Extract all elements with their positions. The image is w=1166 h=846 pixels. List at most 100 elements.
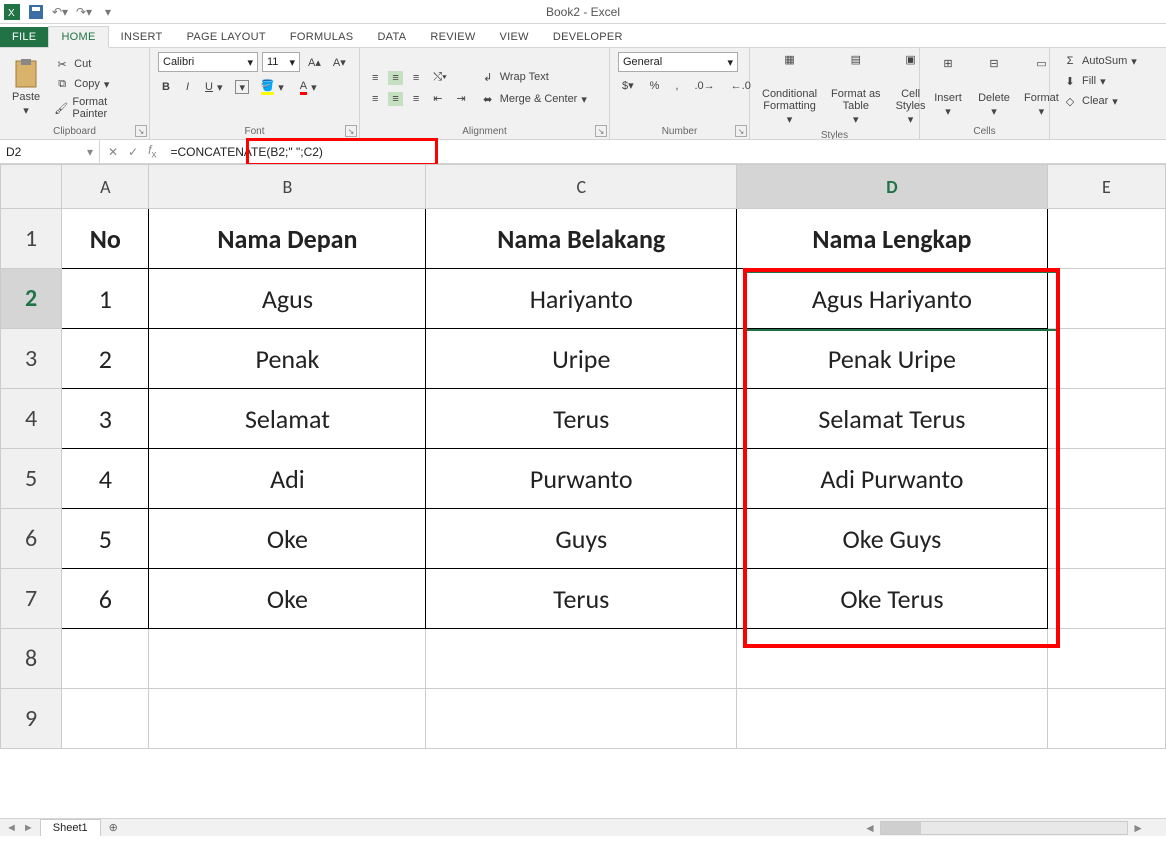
cell-d8[interactable] [737, 629, 1048, 689]
clipboard-launcher[interactable]: ↘ [135, 125, 147, 137]
add-sheet-button[interactable]: ⊕ [101, 821, 126, 834]
cell-b1[interactable]: Nama Depan [149, 209, 426, 269]
cell-c5[interactable]: Purwanto [426, 449, 737, 509]
cell-b9[interactable] [149, 689, 426, 749]
cell-a4[interactable]: 3 [62, 389, 149, 449]
align-left-icon[interactable]: ≡ [368, 92, 382, 106]
borders-button[interactable]: ▾ [235, 80, 249, 94]
horizontal-scrollbar[interactable]: ◄ ► [860, 818, 1148, 836]
align-bottom-icon[interactable]: ≡ [409, 71, 423, 85]
cell-a8[interactable] [62, 629, 149, 689]
undo-icon[interactable]: ↶▾ [52, 4, 68, 20]
row-header-6[interactable]: 6 [1, 509, 62, 569]
tab-developer[interactable]: DEVELOPER [541, 27, 635, 47]
cell-c9[interactable] [426, 689, 737, 749]
cell-e2[interactable] [1047, 269, 1165, 329]
delete-cells-button[interactable]: ⊟Delete▾ [974, 56, 1014, 120]
col-header-a[interactable]: A [62, 165, 149, 209]
formula-input[interactable]: =CONCATENATE(B2;" ";C2) [164, 140, 1166, 163]
row-header-2[interactable]: 2 [1, 269, 62, 329]
cell-b7[interactable]: Oke [149, 569, 426, 629]
font-size-select[interactable]: 11▾ [262, 52, 300, 72]
align-center-icon[interactable]: ≡ [388, 92, 402, 106]
cell-b2[interactable]: Agus [149, 269, 426, 329]
font-color-button[interactable]: A▾ [296, 79, 321, 96]
cell-c3[interactable]: Uripe [426, 329, 737, 389]
save-icon[interactable] [28, 4, 44, 20]
cell-c1[interactable]: Nama Belakang [426, 209, 737, 269]
spreadsheet-grid[interactable]: A B C D E 1 No Nama Depan Nama Belakang … [0, 164, 1166, 818]
cell-d5[interactable]: Adi Purwanto [737, 449, 1048, 509]
cell-e7[interactable] [1047, 569, 1165, 629]
insert-cells-button[interactable]: ⊞Insert▾ [928, 56, 968, 120]
decrease-font-icon[interactable]: A▾ [329, 55, 350, 70]
merge-center-button[interactable]: ⬌Merge & Center▾ [476, 90, 591, 108]
tab-formulas[interactable]: FORMULAS [278, 27, 366, 47]
cell-e8[interactable] [1047, 629, 1165, 689]
cell-a5[interactable]: 4 [62, 449, 149, 509]
align-top-icon[interactable]: ≡ [368, 71, 382, 85]
italic-button[interactable]: I [182, 80, 193, 94]
tab-home[interactable]: HOME [48, 26, 108, 48]
cell-a7[interactable]: 6 [62, 569, 149, 629]
accept-formula-icon[interactable]: ✓ [128, 145, 138, 159]
cell-d4[interactable]: Selamat Terus [737, 389, 1048, 449]
autosum-button[interactable]: ΣAutoSum▾ [1058, 52, 1141, 70]
font-name-select[interactable]: Calibri▾ [158, 52, 258, 72]
cell-b8[interactable] [149, 629, 426, 689]
tab-review[interactable]: REVIEW [418, 27, 487, 47]
cell-a3[interactable]: 2 [62, 329, 149, 389]
cell-b5[interactable]: Adi [149, 449, 426, 509]
paste-button[interactable]: Paste▾ [8, 57, 44, 119]
cell-a6[interactable]: 5 [62, 509, 149, 569]
col-header-c[interactable]: C [426, 165, 737, 209]
cell-e5[interactable] [1047, 449, 1165, 509]
cell-c7[interactable]: Terus [426, 569, 737, 629]
cell-d7[interactable]: Oke Terus [737, 569, 1048, 629]
tab-insert[interactable]: INSERT [109, 27, 175, 47]
redo-icon[interactable]: ↷▾ [76, 4, 92, 20]
tab-page-layout[interactable]: PAGE LAYOUT [175, 27, 278, 47]
fill-color-button[interactable]: 🪣▾ [257, 78, 288, 96]
conditional-formatting-button[interactable]: ▦Conditional Formatting▾ [758, 52, 821, 128]
cell-a2[interactable]: 1 [62, 269, 149, 329]
bold-button[interactable]: B [158, 80, 174, 94]
row-header-7[interactable]: 7 [1, 569, 62, 629]
increase-font-icon[interactable]: A▴ [304, 55, 325, 70]
cell-d9[interactable] [737, 689, 1048, 749]
tab-view[interactable]: VIEW [488, 27, 541, 47]
cell-d3[interactable]: Penak Uripe [737, 329, 1048, 389]
fill-button[interactable]: ⬇Fill▾ [1058, 72, 1110, 90]
tab-file[interactable]: FILE [0, 27, 48, 47]
align-middle-icon[interactable]: ≡ [388, 71, 402, 85]
cell-a9[interactable] [62, 689, 149, 749]
col-header-e[interactable]: E [1047, 165, 1165, 209]
cell-e4[interactable] [1047, 389, 1165, 449]
sheet-nav-prev-icon[interactable]: ◄ [6, 822, 17, 834]
align-right-icon[interactable]: ≡ [409, 92, 423, 106]
tab-data[interactable]: DATA [365, 27, 418, 47]
currency-icon[interactable]: $▾ [618, 78, 638, 93]
increase-decimal-icon[interactable]: .0→ [690, 79, 718, 93]
cell-d1[interactable]: Nama Lengkap [737, 209, 1048, 269]
name-box[interactable]: D2▾ [0, 140, 100, 163]
fx-icon[interactable]: fx [148, 143, 156, 160]
cell-c8[interactable] [426, 629, 737, 689]
copy-button[interactable]: ⧉Copy▾ [50, 75, 141, 93]
cell-e9[interactable] [1047, 689, 1165, 749]
select-all-corner[interactable] [1, 165, 62, 209]
qat-customize-icon[interactable]: ▾ [100, 4, 116, 20]
sheet-nav-next-icon[interactable]: ► [23, 822, 34, 834]
cell-b4[interactable]: Selamat [149, 389, 426, 449]
number-format-select[interactable]: General▾ [618, 52, 738, 72]
cell-a1[interactable]: No [62, 209, 149, 269]
row-header-8[interactable]: 8 [1, 629, 62, 689]
orientation-icon[interactable]: ⤭▾ [429, 70, 450, 85]
underline-button[interactable]: U▾ [201, 80, 226, 95]
cell-b6[interactable]: Oke [149, 509, 426, 569]
number-launcher[interactable]: ↘ [735, 125, 747, 137]
clear-button[interactable]: ◇Clear▾ [1058, 92, 1122, 110]
cell-e6[interactable] [1047, 509, 1165, 569]
font-launcher[interactable]: ↘ [345, 125, 357, 137]
row-header-4[interactable]: 4 [1, 389, 62, 449]
